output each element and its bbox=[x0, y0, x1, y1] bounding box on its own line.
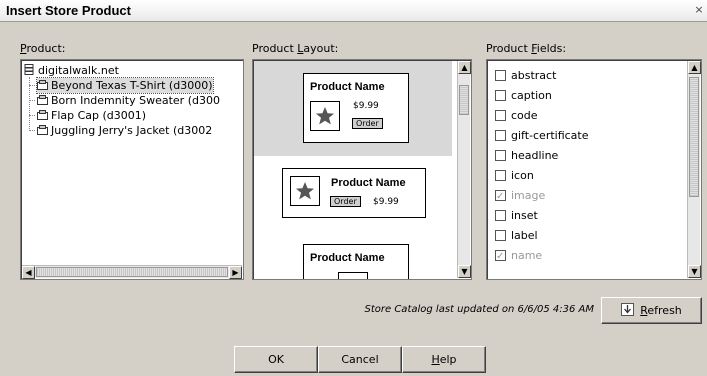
fields-list[interactable]: abstract caption code gift-certificate h… bbox=[486, 59, 702, 280]
field-label: abstract bbox=[511, 69, 557, 82]
product-icon bbox=[37, 79, 48, 90]
layout-option[interactable]: Product Name $9.99 Order bbox=[254, 61, 452, 156]
preview-order-button: Order bbox=[352, 118, 383, 129]
field-label: caption bbox=[511, 89, 552, 102]
tree-item-label: Born Indemnity Sweater (d300 bbox=[51, 94, 220, 107]
preview-product-name: Product Name bbox=[310, 252, 385, 264]
field-label: image bbox=[511, 189, 546, 202]
field-checkbox[interactable]: inset bbox=[495, 206, 538, 225]
field-label: gift-certificate bbox=[511, 129, 589, 142]
layout-list[interactable]: Product Name $9.99 Order Product Name Or… bbox=[252, 59, 472, 280]
field-checkbox: name bbox=[495, 246, 543, 266]
scroll-up-icon[interactable]: ▲ bbox=[688, 61, 701, 74]
product-icon bbox=[37, 124, 48, 135]
scroll-right-icon[interactable]: ▶ bbox=[229, 266, 242, 279]
fields-label: Product Fields: bbox=[486, 42, 567, 55]
image-placeholder bbox=[338, 272, 368, 279]
close-icon[interactable]: × bbox=[693, 4, 705, 16]
field-label: icon bbox=[511, 169, 534, 182]
field-label: label bbox=[511, 229, 538, 242]
status-text: Store Catalog last updated on 6/6/05 4:3… bbox=[364, 304, 595, 315]
layout-option[interactable]: Product Name bbox=[254, 232, 452, 279]
cancel-button[interactable]: Cancel bbox=[318, 346, 402, 373]
vertical-scrollbar[interactable]: ▲ ▼ bbox=[457, 61, 471, 278]
checkbox[interactable] bbox=[495, 170, 506, 181]
scroll-down-icon[interactable]: ▼ bbox=[688, 265, 701, 278]
refresh-button[interactable]: Refresh bbox=[601, 297, 702, 324]
star-icon bbox=[290, 176, 320, 206]
title-bar: Insert Store Product × bbox=[0, 0, 707, 22]
product-label: Product: bbox=[20, 42, 66, 55]
tree-item[interactable]: Flap Cap (d3001) bbox=[37, 108, 146, 123]
preview-order-button: Order bbox=[330, 196, 361, 207]
scroll-down-icon[interactable]: ▼ bbox=[458, 265, 471, 278]
checkbox[interactable] bbox=[495, 130, 506, 141]
refresh-icon bbox=[621, 303, 635, 316]
field-label: name bbox=[511, 249, 543, 262]
field-checkbox[interactable]: icon bbox=[495, 166, 534, 185]
field-checkbox: image bbox=[495, 186, 546, 206]
field-checkbox[interactable]: code bbox=[495, 106, 538, 125]
checkbox[interactable] bbox=[495, 230, 506, 241]
scroll-left-icon[interactable]: ◀ bbox=[22, 266, 35, 279]
field-checkbox[interactable]: caption bbox=[495, 86, 552, 105]
checkbox bbox=[495, 247, 506, 266]
server-icon bbox=[24, 64, 35, 75]
tree-item[interactable]: Born Indemnity Sweater (d300 bbox=[37, 93, 220, 108]
layout-preview: Product Name $9.99 Order bbox=[303, 73, 409, 143]
field-checkbox[interactable]: gift-certificate bbox=[495, 126, 589, 145]
tree-item[interactable]: Juggling Jerry's Jacket (d3002 bbox=[37, 123, 212, 138]
preview-product-name: Product Name bbox=[331, 177, 406, 189]
checkbox[interactable] bbox=[495, 70, 506, 81]
preview-price: $9.99 bbox=[373, 197, 399, 207]
scroll-thumb[interactable] bbox=[459, 85, 469, 115]
scroll-up-icon[interactable]: ▲ bbox=[458, 61, 471, 74]
field-label: code bbox=[511, 109, 538, 122]
field-checkbox[interactable]: label bbox=[495, 226, 538, 245]
tree-item[interactable]: Beyond Texas T-Shirt (d3000) bbox=[36, 77, 214, 94]
preview-price: $9.99 bbox=[353, 101, 379, 111]
layout-label: Product Layout: bbox=[252, 42, 339, 55]
tree-item-label: Flap Cap (d3001) bbox=[51, 109, 147, 122]
product-icon bbox=[37, 109, 48, 120]
preview-product-name: Product Name bbox=[310, 81, 385, 93]
field-label: headline bbox=[511, 149, 559, 162]
field-checkbox[interactable]: abstract bbox=[495, 66, 556, 85]
tree-item-label: Juggling Jerry's Jacket (d3002 bbox=[51, 124, 213, 137]
window-title: Insert Store Product bbox=[6, 3, 131, 18]
checkbox[interactable] bbox=[495, 150, 506, 161]
help-button[interactable]: Help bbox=[402, 346, 486, 373]
checkbox[interactable] bbox=[495, 90, 506, 101]
checkbox bbox=[495, 187, 506, 206]
tree-root[interactable]: digitalwalk.net bbox=[24, 63, 119, 78]
star-icon bbox=[310, 101, 340, 131]
product-icon bbox=[37, 94, 48, 105]
layout-preview: Product Name Order $9.99 bbox=[282, 168, 426, 218]
layout-preview: Product Name bbox=[303, 244, 409, 279]
tree-item-label: Beyond Texas T-Shirt (d3000) bbox=[51, 79, 213, 92]
vertical-scrollbar[interactable]: ▲ ▼ bbox=[687, 61, 701, 278]
tree-root-label: digitalwalk.net bbox=[38, 64, 119, 77]
layout-option[interactable]: Product Name Order $9.99 bbox=[254, 156, 452, 232]
scroll-thumb[interactable] bbox=[36, 267, 228, 277]
checkbox[interactable] bbox=[495, 210, 506, 221]
ok-button[interactable]: OK bbox=[234, 346, 318, 373]
field-label: inset bbox=[511, 209, 538, 222]
horizontal-scrollbar[interactable]: ◀ ▶ bbox=[22, 265, 242, 279]
checkbox[interactable] bbox=[495, 110, 506, 121]
product-tree[interactable]: digitalwalk.net Beyond Texas T-Shirt (d3… bbox=[20, 59, 244, 280]
field-checkbox[interactable]: headline bbox=[495, 146, 558, 165]
scroll-thumb[interactable] bbox=[689, 77, 699, 197]
